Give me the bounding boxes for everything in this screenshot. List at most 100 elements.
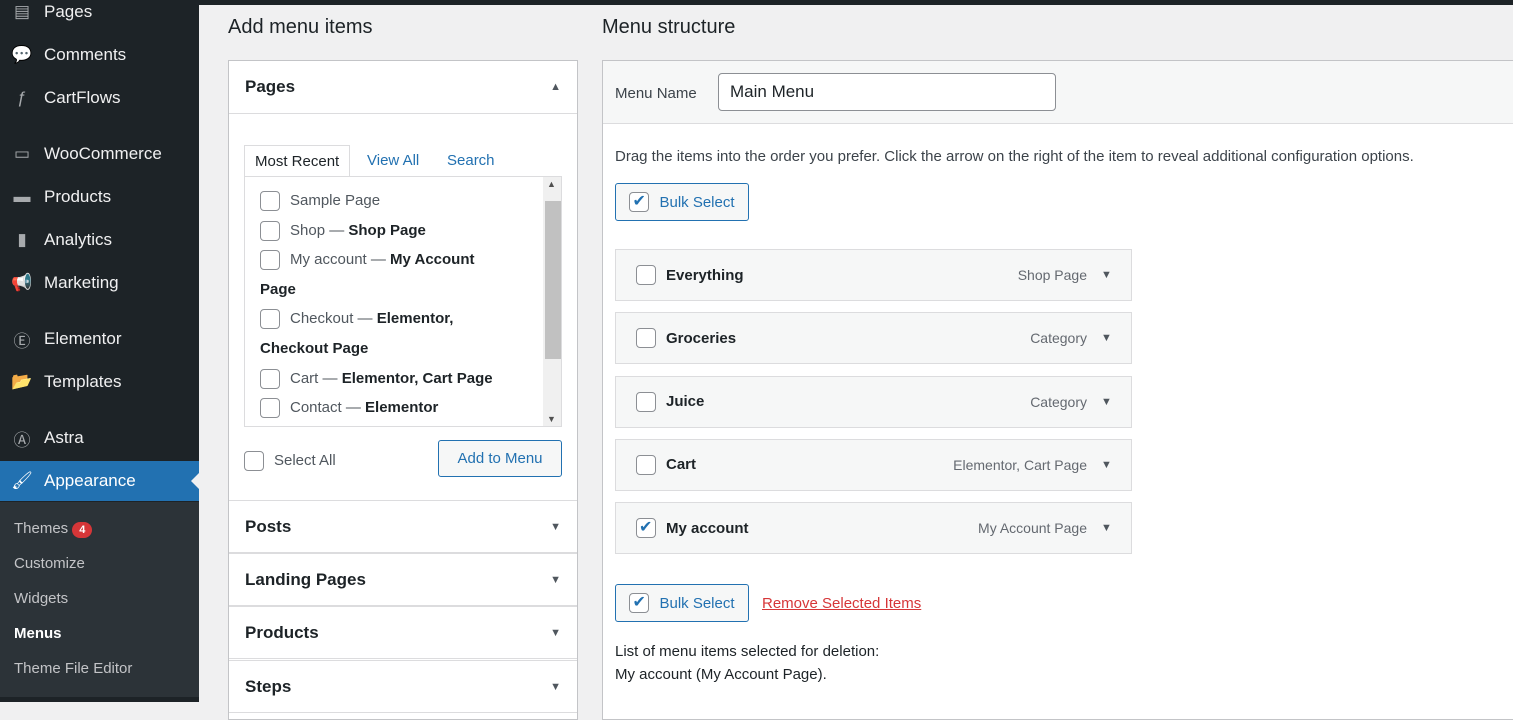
item-edit-arrow-icon[interactable]: ▼ [1101,396,1131,408]
page-list-item[interactable]: Checkout Page [260,334,368,364]
list-scrollbar[interactable]: ▲ ▼ [543,177,561,426]
menu-item[interactable]: My account My Account Page ▼ [615,502,1132,555]
sidebar-item-marketing[interactable]: 📢 Marketing [0,263,199,303]
sidebar-item-label: Analytics [44,230,113,249]
bulk-select-button-top[interactable]: Bulk Select [615,183,749,221]
submenu-label: Menus [14,625,62,642]
sidebar-item-products[interactable]: ▬ Products [0,177,199,217]
page-list-item[interactable]: Contact — Elementor [260,393,438,423]
page-checkbox[interactable] [260,368,280,389]
pages-section-header[interactable]: Pages ▲ [229,61,577,114]
page-list-item[interactable]: Cart — Elementor, Cart Page [260,364,493,394]
pages-icon: ▤ [13,2,31,21]
page-label: Page [260,280,296,298]
scroll-up-arrow-icon[interactable]: ▲ [547,179,556,189]
page-label: Elementor, [376,310,454,328]
submenu-item-themes[interactable]: Themes 4 [14,520,93,538]
astra-icon: Ⓐ [13,430,31,450]
pages-section-title: Pages [245,77,296,96]
expand-arrow-icon[interactable]: ▼ [550,521,561,533]
section-products[interactable]: Products ▼ [229,606,577,659]
section-landing-pages[interactable]: Landing Pages ▼ [229,553,577,606]
menu-name-input[interactable] [718,73,1056,111]
menu-item-type: Category [1030,393,1087,410]
archive-icon: ▬ [13,187,31,206]
section-posts[interactable]: Posts ▼ [229,500,577,553]
sidebar-item-woocommerce[interactable]: ▭ WooCommerce [0,134,199,174]
item-edit-arrow-icon[interactable]: ▼ [1101,522,1131,534]
submenu-item-customize[interactable]: Customize [14,555,85,572]
sidebar-item-cartflows[interactable]: ƒ CartFlows [0,78,199,118]
menu-item-checkbox[interactable] [636,391,656,412]
expand-arrow-icon[interactable]: ▼ [550,627,561,639]
item-edit-arrow-icon[interactable]: ▼ [1101,459,1131,471]
collapse-arrow-icon[interactable]: ▲ [550,81,561,93]
submenu-item-menus[interactable]: Menus [14,625,62,642]
tab-search[interactable]: Search [437,145,505,177]
bulk-select-button-bottom[interactable]: Bulk Select [615,584,749,622]
menu-item-checkbox[interactable] [636,328,656,349]
instructions: Drag the items into the order you prefer… [615,148,1414,165]
page-label: Shop Page [348,221,426,239]
sidebar-item-analytics[interactable]: ▮ Analytics [0,220,199,260]
appearance-submenu: Themes 4 Customize Widgets Menus Theme File E… [0,502,199,697]
sidebar-item-astra[interactable]: Ⓐ Astra [0,418,199,458]
deletion-list: My account (My Account Page). [615,666,827,683]
expand-arrow-icon[interactable]: ▼ [550,574,561,586]
sidebar-item-pages[interactable]: ▤ Pages [0,0,199,32]
menu-item-checkbox[interactable] [636,517,656,539]
page-list-item[interactable]: Shop — Shop Page [260,216,426,246]
page-checkbox[interactable] [260,398,280,419]
page-list-item[interactable]: My account — My Account [260,245,475,275]
tab-most-recent[interactable]: Most Recent [244,145,351,177]
page-title: My account — [290,251,391,269]
menu-name-label: Menu Name [615,85,697,102]
item-edit-arrow-icon[interactable]: ▼ [1101,269,1131,281]
item-edit-arrow-icon[interactable]: ▼ [1101,332,1131,344]
submenu-item-widgets[interactable]: Widgets [14,590,68,607]
menu-item[interactable]: Groceries Category ▼ [615,312,1132,365]
expand-arrow-icon[interactable]: ▼ [550,681,561,693]
bulk-select-checkbox[interactable] [629,592,650,613]
tab-view-all[interactable]: View All [357,145,429,177]
woo-icon: ▭ [13,144,31,163]
page-list-item[interactable]: Checkout — Elementor, [260,304,453,334]
sidebar-item-appearance[interactable]: 🖌 Appearance [0,461,199,501]
submenu-item-theme-file-editor[interactable]: Theme File Editor [14,660,132,677]
menu-item-title: My account [666,519,749,537]
page-checkbox[interactable] [260,250,280,271]
scroll-down-arrow-icon[interactable]: ▼ [547,414,556,424]
elementor-icon: Ⓔ [13,331,31,351]
page-checkbox[interactable] [260,309,280,330]
section-title: Landing Pages [245,569,366,589]
menu-item[interactable]: Juice Category ▼ [615,375,1132,428]
remove-selected-items-link[interactable]: Remove Selected Items [762,595,921,612]
select-all-checkbox[interactable] [244,451,264,471]
page-list-item[interactable]: Sample Page [260,186,380,216]
menu-item[interactable]: Everything Shop Page ▼ [615,249,1132,301]
update-count-badge: 4 [72,522,93,538]
section-steps[interactable]: Steps ▼ [229,660,577,713]
page-checkbox[interactable] [260,191,280,212]
add-menu-items-heading: Add menu items [228,16,373,38]
menu-item-type: My Account Page [978,520,1087,537]
menu-header: Menu Name [603,61,1513,124]
page-list-item[interactable]: Page [260,275,296,305]
add-to-menu-button[interactable]: Add to Menu [438,440,562,477]
sidebar-item-templates[interactable]: 📂 Templates [0,362,199,402]
page-label: Checkout Page [260,340,369,357]
section-title: Posts [245,516,292,536]
bulk-select-checkbox[interactable] [629,191,650,212]
scrollbar-thumb[interactable] [545,201,561,359]
menu-item-type: Shop Page [1017,267,1087,283]
menu-item-checkbox[interactable] [636,454,656,475]
select-all[interactable]: Select All [244,451,336,471]
page-checkbox[interactable] [260,220,280,241]
sidebar-item-comments[interactable]: 💬 Comments [0,35,199,75]
page-title: Sample Page [290,192,381,209]
sidebar-item-elementor[interactable]: Ⓔ Elementor [0,319,199,359]
menu-item[interactable]: Cart Elementor, Cart Page ▼ [615,438,1132,491]
menu-item-checkbox[interactable] [636,265,656,285]
cartflows-icon: ƒ [17,88,27,107]
page-title: Contact — [290,399,366,417]
